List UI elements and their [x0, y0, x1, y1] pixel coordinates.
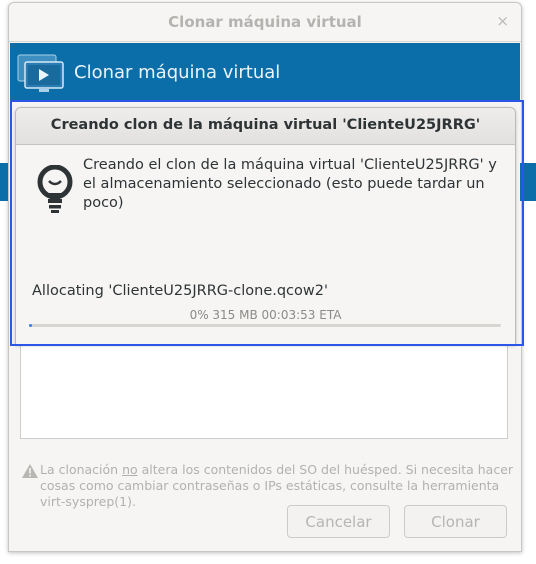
clone-dialog-header-label: Clonar máquina virtual: [74, 62, 281, 83]
warning-icon: [22, 464, 38, 478]
warning-text-start: La clonación: [40, 462, 123, 477]
clone-dialog-titlebar[interactable]: Clonar máquina virtual ×: [9, 3, 521, 42]
clone-dialog-header: Clonar máquina virtual: [10, 43, 520, 101]
clone-warning-text: La clonación no altera los contenidos de…: [40, 462, 515, 510]
clone-button[interactable]: Clonar: [404, 505, 507, 538]
clone-dialog-title: Clonar máquina virtual: [168, 13, 362, 31]
focus-highlight: [10, 100, 524, 346]
cancel-button[interactable]: Cancelar: [287, 505, 390, 538]
close-icon[interactable]: ×: [496, 12, 509, 30]
warning-text-emphasis: no: [122, 462, 138, 477]
background-window-strip-left: [0, 163, 8, 201]
details-textarea[interactable]: [20, 341, 508, 439]
monitor-icon: [17, 54, 64, 92]
